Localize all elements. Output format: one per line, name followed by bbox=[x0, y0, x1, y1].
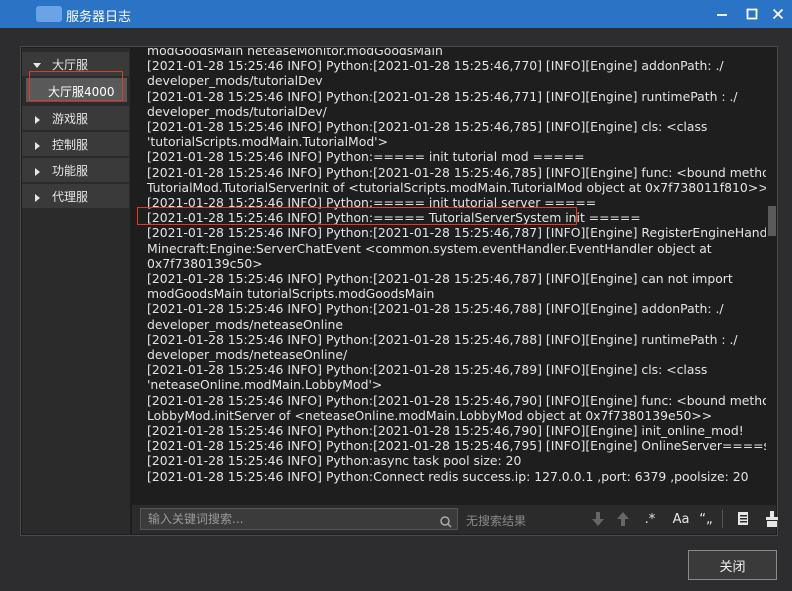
log-line: 0x7f7380139c50> bbox=[147, 255, 263, 271]
sidebar-group-label: 代理服 bbox=[52, 190, 89, 204]
log-line: 'tutorialScripts.modMain.TutorialMod'> bbox=[147, 134, 388, 150]
log-line: [2021-01-28 15:25:46 INFO] Python:[2021-… bbox=[147, 58, 724, 74]
search-status: 无搜索结果 bbox=[466, 514, 527, 528]
sidebar-group-game[interactable]: 游戏服 bbox=[22, 106, 129, 130]
log-line: modGoodsMain tutorialScripts.modGoodsMai… bbox=[147, 286, 435, 302]
app-icon bbox=[36, 6, 62, 22]
caret-right-icon bbox=[33, 191, 41, 205]
main-panel: 大厅服 大厅服4000 游戏服 控制服 功能服 代理服 modGoodsMain… bbox=[20, 46, 778, 536]
log-line: developer_mods/tutorialDev/ bbox=[147, 103, 327, 119]
regex-toggle[interactable]: .* bbox=[640, 508, 660, 530]
scrollbar-thumb[interactable] bbox=[768, 206, 776, 236]
copy-log-icon[interactable] bbox=[734, 508, 754, 530]
caret-right-icon bbox=[33, 165, 41, 179]
log-line: [2021-01-28 15:25:46 INFO] Python:[2021-… bbox=[147, 392, 766, 408]
log-line: [2021-01-28 15:25:46 INFO] Python:[2021-… bbox=[147, 271, 733, 287]
clear-log-icon[interactable] bbox=[762, 508, 782, 530]
search-toolbar: 无搜索结果 .* Aa “„ bbox=[132, 505, 778, 534]
window-title: 服务器日志 bbox=[66, 10, 132, 25]
toolbar-divider bbox=[722, 510, 723, 528]
sidebar-group-proxy[interactable]: 代理服 bbox=[22, 184, 129, 208]
title-bar: 服务器日志 bbox=[0, 0, 792, 28]
sidebar-group-control[interactable]: 控制服 bbox=[22, 132, 129, 156]
log-line: [2021-01-28 15:25:46 INFO] Python:[2021-… bbox=[147, 362, 708, 378]
highlighted-log-line bbox=[137, 207, 577, 225]
log-line: [2021-01-28 15:25:46 INFO] Python:[2021-… bbox=[147, 331, 738, 347]
log-line: [2021-01-28 15:25:46 INFO] Python:[2021-… bbox=[147, 301, 724, 317]
log-scrollbar[interactable] bbox=[767, 48, 777, 503]
caret-right-icon bbox=[33, 113, 41, 127]
log-line: [2021-01-28 15:25:46 INFO] Python:[2021-… bbox=[147, 423, 744, 439]
log-line: 'neteaseOnline.modMain.LobbyMod'> bbox=[147, 377, 383, 393]
search-icon[interactable] bbox=[440, 513, 452, 532]
sidebar-group-label: 游戏服 bbox=[52, 112, 89, 126]
log-line: [2021-01-28 15:25:46 INFO] Python:[2021-… bbox=[147, 119, 708, 135]
log-line: developer_mods/neteaseOnline bbox=[147, 316, 343, 332]
log-line: TutorialMod.TutorialServerInit of <tutor… bbox=[147, 179, 766, 195]
log-line: developer_mods/tutorialDev bbox=[147, 73, 323, 89]
log-output[interactable]: modGoodsMain neteaseMonitor.modGoodsMain… bbox=[132, 48, 766, 503]
log-line: [2021-01-28 15:25:46 INFO] Python:[2021-… bbox=[147, 164, 766, 180]
match-case-toggle[interactable]: Aa bbox=[671, 508, 691, 530]
search-input[interactable] bbox=[140, 508, 458, 530]
log-line: Minecraft:Engine:ServerChatEvent <common… bbox=[147, 240, 712, 256]
sidebar-group-label: 功能服 bbox=[52, 164, 89, 178]
log-lines: modGoodsMain neteaseMonitor.modGoodsMain… bbox=[147, 48, 766, 484]
log-line: [2021-01-28 15:25:46 INFO] Python:[2021-… bbox=[147, 88, 738, 104]
minimize-icon[interactable] bbox=[708, 0, 736, 28]
maximize-icon[interactable] bbox=[738, 0, 766, 28]
selection-highlight bbox=[29, 71, 123, 101]
caret-right-icon bbox=[33, 139, 41, 153]
log-line: [2021-01-28 15:25:46 INFO] Python:Connec… bbox=[147, 468, 749, 484]
whole-word-toggle[interactable]: “„ bbox=[696, 508, 716, 530]
server-sidebar: 大厅服 大厅服4000 游戏服 控制服 功能服 代理服 bbox=[22, 48, 130, 534]
log-line: [2021-01-28 15:25:46 INFO] Python:===== … bbox=[147, 149, 585, 165]
log-line: [2021-01-28 15:25:46 INFO] Python:[2021-… bbox=[147, 438, 766, 454]
sidebar-group-label: 控制服 bbox=[52, 138, 89, 152]
close-icon[interactable] bbox=[764, 0, 792, 28]
log-line: developer_mods/neteaseOnline/ bbox=[147, 347, 348, 363]
arrow-down-icon[interactable] bbox=[588, 508, 608, 530]
log-line: [2021-01-28 15:25:46 INFO] Python:async … bbox=[147, 453, 522, 469]
log-line: LobbyMod.initServer of <neteaseOnline.mo… bbox=[147, 407, 713, 423]
sidebar-group-function[interactable]: 功能服 bbox=[22, 158, 129, 182]
close-button[interactable]: 关闭 bbox=[688, 550, 777, 580]
log-line: modGoodsMain neteaseMonitor.modGoodsMain bbox=[147, 48, 443, 58]
arrow-up-icon[interactable] bbox=[613, 508, 633, 530]
log-line: [2021-01-28 15:25:46 INFO] Python:[2021-… bbox=[147, 225, 766, 241]
